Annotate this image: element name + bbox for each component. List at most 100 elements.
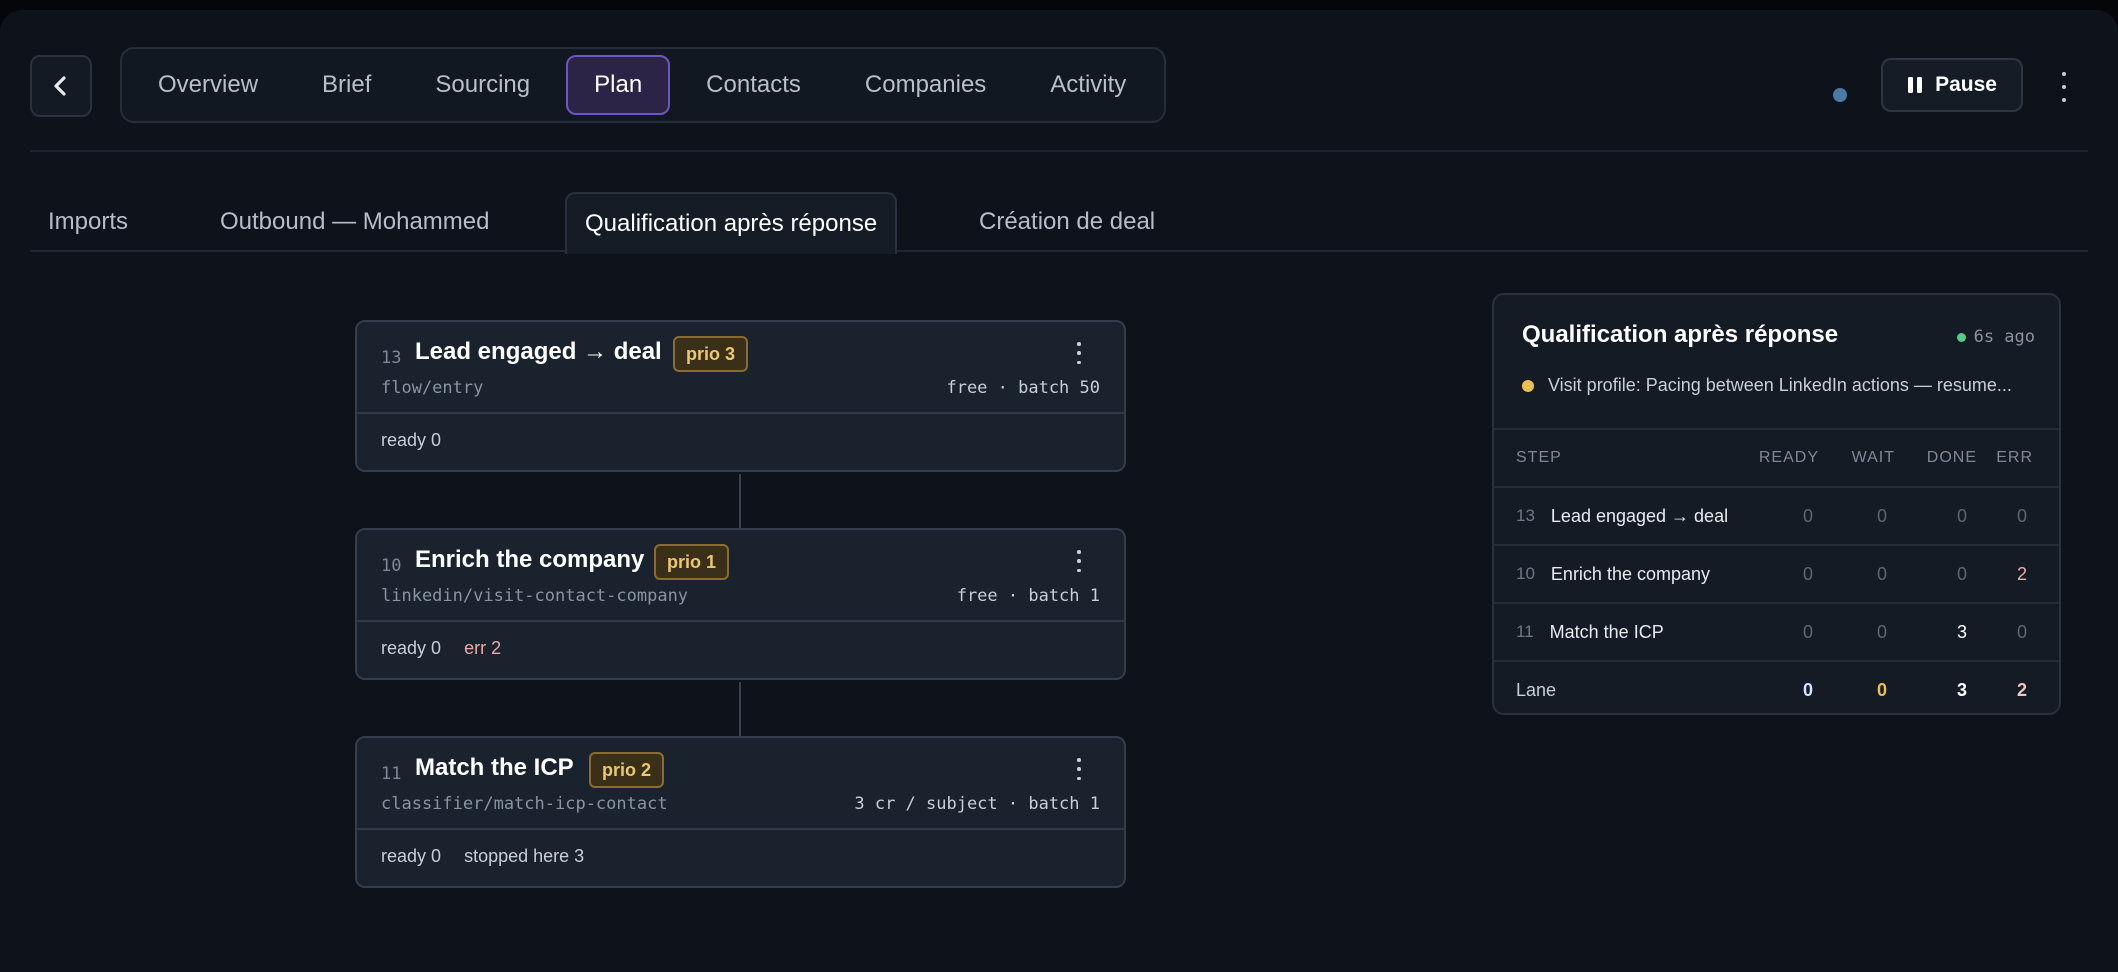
lane-status-panel: Qualification après réponse 6s ago Visit… xyxy=(1492,293,2061,715)
status-message-text: Visit profile: Pacing between LinkedIn a… xyxy=(1548,375,2012,395)
app-window: Overview Brief Sourcing Plan Contacts Co… xyxy=(0,10,2118,972)
lane-err: 2 xyxy=(2016,679,2027,700)
step-header: 13 Lead engaged → deal prio 3 flow/entry… xyxy=(357,322,1124,414)
step-title: Match the ICP xyxy=(415,754,574,781)
flow-connector xyxy=(739,682,741,738)
step-footer: ready 0 xyxy=(381,430,441,451)
step-meta: free · batch 50 xyxy=(946,378,1100,398)
row-done: 3 xyxy=(1956,621,1967,642)
lane-done: 3 xyxy=(1956,679,1967,700)
table-row[interactable]: 10 Enrich the company 0 0 0 2 xyxy=(1494,546,2059,604)
tab-plan[interactable]: Plan xyxy=(566,55,671,115)
step-title: Enrich the company xyxy=(415,546,645,573)
row-step: 10 Enrich the company xyxy=(1516,546,1710,602)
pause-label: Pause xyxy=(1935,73,1997,96)
row-step-number: 13 xyxy=(1516,506,1535,525)
row-done: 0 xyxy=(1956,505,1967,526)
step-number: 13 xyxy=(381,348,402,368)
header-ready: READY xyxy=(1758,449,1819,466)
subtab-creation-deal[interactable]: Création de deal xyxy=(979,192,1155,252)
pause-button[interactable]: Pause xyxy=(1881,58,2023,112)
step-menu-icon[interactable] xyxy=(1076,550,1082,572)
flow-connector xyxy=(739,474,741,530)
tab-activity[interactable]: Activity xyxy=(1022,55,1154,115)
ready-count: ready 0 xyxy=(381,638,442,658)
last-updated: 6s ago xyxy=(1956,327,2035,347)
row-step: 13 Lead engaged → deal xyxy=(1516,488,1728,544)
stopped-count: stopped here 3 xyxy=(464,846,585,866)
status-indicator xyxy=(1833,88,1847,102)
step-footer: ready 0 stopped here 3 xyxy=(381,846,584,867)
ready-count: ready 0 xyxy=(381,430,442,450)
step-menu-icon[interactable] xyxy=(1076,758,1082,780)
row-step-name: Enrich the company xyxy=(1550,563,1711,584)
table-header: STEP READY WAIT DONE ERR xyxy=(1494,430,2059,488)
step-number: 10 xyxy=(381,556,402,576)
table-row[interactable]: 13 Lead engaged → deal 0 0 0 0 xyxy=(1494,488,2059,546)
more-options-icon[interactable] xyxy=(2056,72,2072,102)
error-count: err 2 xyxy=(464,638,502,658)
priority-badge: prio 3 xyxy=(673,336,749,372)
step-meta: free · batch 1 xyxy=(956,586,1100,606)
subtab-outbound[interactable]: Outbound — Mohammed xyxy=(220,192,489,252)
lane-total-row: Lane 0 0 3 2 xyxy=(1494,662,2059,713)
tab-contacts[interactable]: Contacts xyxy=(678,55,829,115)
row-err: 0 xyxy=(2016,621,2027,642)
lane-wait: 0 xyxy=(1876,679,1887,700)
subtab-qualification[interactable]: Qualification après réponse xyxy=(565,192,898,254)
flow-step-card[interactable]: 13 Lead engaged → deal prio 3 flow/entry… xyxy=(355,320,1126,472)
subtab-imports[interactable]: Imports xyxy=(48,192,128,252)
last-updated-text: 6s ago xyxy=(1973,327,2035,347)
pause-icon xyxy=(1908,77,1923,93)
header-step: STEP xyxy=(1516,449,1562,466)
flow-step-card[interactable]: 10 Enrich the company prio 1 linkedin/vi… xyxy=(355,528,1126,680)
row-step: 11 Match the ICP xyxy=(1516,604,1664,660)
row-err: 0 xyxy=(2016,505,2027,526)
divider xyxy=(30,150,2088,152)
header-err: ERR xyxy=(1996,449,2033,466)
main-tabs: Overview Brief Sourcing Plan Contacts Co… xyxy=(120,47,1166,123)
row-ready: 0 xyxy=(1802,563,1813,584)
priority-badge: prio 2 xyxy=(589,752,665,788)
row-ready: 0 xyxy=(1802,505,1813,526)
chevron-left-icon xyxy=(54,76,66,96)
row-wait: 0 xyxy=(1876,563,1887,584)
tab-sourcing[interactable]: Sourcing xyxy=(407,55,558,115)
row-wait: 0 xyxy=(1876,621,1887,642)
header-done: DONE xyxy=(1926,449,1977,466)
row-step-name: Lead engaged → deal xyxy=(1550,505,1729,526)
row-step-number: 10 xyxy=(1516,564,1535,583)
step-header: 10 Enrich the company prio 1 linkedin/vi… xyxy=(357,530,1124,622)
step-stats-table: STEP READY WAIT DONE ERR 13 Lead engaged… xyxy=(1494,428,2059,713)
row-wait: 0 xyxy=(1876,505,1887,526)
row-done: 0 xyxy=(1956,563,1967,584)
step-title: Lead engaged → deal xyxy=(415,338,662,365)
row-err: 2 xyxy=(2016,563,2027,584)
header-wait: WAIT xyxy=(1851,449,1895,466)
step-header: 11 Match the ICP prio 2 classifier/match… xyxy=(357,738,1124,830)
step-number: 11 xyxy=(381,764,402,784)
live-indicator xyxy=(1956,332,1966,342)
tab-companies[interactable]: Companies xyxy=(837,55,1014,115)
row-ready: 0 xyxy=(1802,621,1813,642)
step-path: classifier/match-icp-contact xyxy=(381,794,668,814)
lane-tabs: Imports Outbound — Mohammed Qualificatio… xyxy=(30,192,2088,254)
tab-brief[interactable]: Brief xyxy=(294,55,399,115)
back-button[interactable] xyxy=(30,55,92,117)
lane-ready: 0 xyxy=(1802,679,1813,700)
priority-badge: prio 1 xyxy=(654,544,730,580)
step-path: linkedin/visit-contact-company xyxy=(381,586,689,606)
lane-label: Lane xyxy=(1516,679,1557,700)
warning-dot xyxy=(1522,379,1534,392)
panel-title: Qualification après réponse xyxy=(1522,321,1839,348)
row-step-number: 11 xyxy=(1516,622,1534,641)
step-menu-icon[interactable] xyxy=(1076,342,1082,364)
step-footer: ready 0 err 2 xyxy=(381,638,501,659)
ready-count: ready 0 xyxy=(381,846,442,866)
tab-overview[interactable]: Overview xyxy=(130,55,286,115)
row-step-name: Match the ICP xyxy=(1549,621,1664,642)
step-path: flow/entry xyxy=(381,378,484,398)
status-message: Visit profile: Pacing between LinkedIn a… xyxy=(1522,375,2039,396)
flow-step-card[interactable]: 11 Match the ICP prio 2 classifier/match… xyxy=(355,736,1126,888)
table-row[interactable]: 11 Match the ICP 0 0 3 0 xyxy=(1494,604,2059,662)
